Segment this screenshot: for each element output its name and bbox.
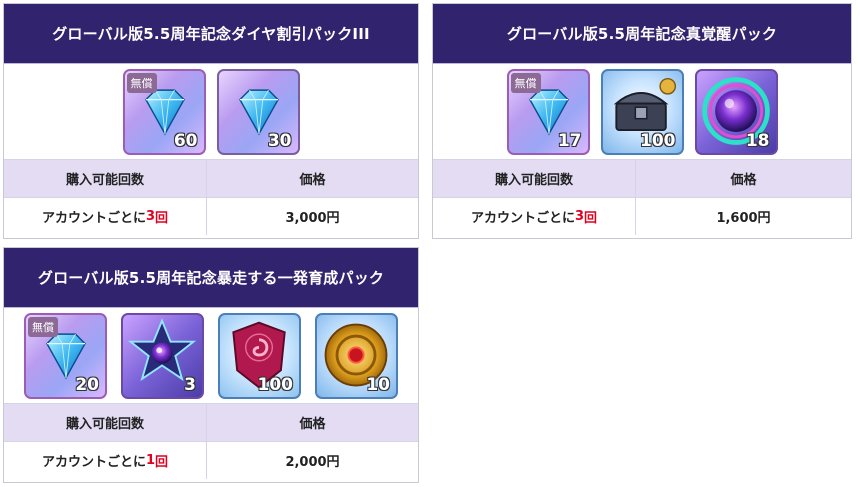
item-count: 17 <box>557 130 582 151</box>
per-account-label: アカウントごとに <box>41 455 146 470</box>
pack-items: 無償 17 100 18 <box>433 64 851 160</box>
pack-card-2: グローバル版5.5周年記念真覚醒パック 無償 17 100 18 購入可能回数 … <box>432 3 852 239</box>
price-header: 価格 <box>206 404 418 442</box>
purchase-limit-header: 購入可能回数 <box>4 404 206 442</box>
item-count: 18 <box>745 130 770 151</box>
times-suffix: 回 <box>584 211 598 226</box>
limit-count: 3 <box>574 209 585 224</box>
pack-title: グローバル版5.5周年記念真覚醒パック <box>433 4 851 64</box>
free-badge: 無償 <box>126 72 157 93</box>
item-tile[interactable]: 100 <box>600 68 684 155</box>
price-header: 価格 <box>635 160 851 198</box>
item-count: 3 <box>184 374 196 395</box>
times-suffix: 回 <box>155 211 169 226</box>
price-header: 価格 <box>206 160 418 198</box>
item-tile[interactable]: 10 <box>315 312 398 399</box>
free-badge: 無償 <box>28 316 58 337</box>
item-count: 10 <box>366 374 390 395</box>
purchase-limit-value: アカウントごとに 1 回 <box>4 442 206 479</box>
item-count: 60 <box>173 130 198 151</box>
item-tile[interactable]: 100 <box>218 312 301 399</box>
item-count: 100 <box>640 130 676 151</box>
purchase-limit-header: 購入可能回数 <box>433 160 635 198</box>
pack-info-table: 購入可能回数 価格 アカウントごとに 3 回 3,000円 <box>4 160 418 235</box>
limit-count: 3 <box>145 209 156 224</box>
item-tile[interactable]: 無償 17 <box>506 68 590 155</box>
purchase-limit-value: アカウントごとに 3 回 <box>4 198 206 235</box>
item-tile[interactable]: 30 <box>216 68 300 155</box>
price-value: 1,600円 <box>635 198 851 235</box>
pack-card-1: グローバル版5.5周年記念ダイヤ割引パックIII 無償 60 30 購入可能回数… <box>3 3 419 239</box>
pack-info-table: 購入可能回数 価格 アカウントごとに 1 回 2,000円 <box>4 404 418 479</box>
item-count: 100 <box>257 374 294 395</box>
free-badge: 無償 <box>510 72 541 93</box>
item-tile[interactable]: 無償 20 <box>24 312 107 399</box>
per-account-label: アカウントごとに <box>470 211 575 226</box>
purchase-limit-value: アカウントごとに 3 回 <box>433 198 635 235</box>
item-tile[interactable]: 18 <box>694 68 778 155</box>
item-tile[interactable]: 3 <box>121 312 204 399</box>
pack-items: 無償 60 30 <box>4 64 418 160</box>
item-count: 20 <box>75 374 99 395</box>
pack-title: グローバル版5.5周年記念暴走する一発育成パック <box>4 248 418 308</box>
price-value: 3,000円 <box>206 198 418 235</box>
pack-card-3: グローバル版5.5周年記念暴走する一発育成パック 無償 20 3 100 10 … <box>3 247 419 483</box>
pack-title: グローバル版5.5周年記念ダイヤ割引パックIII <box>4 4 418 64</box>
item-count: 30 <box>267 130 292 151</box>
times-suffix: 回 <box>155 455 169 470</box>
purchase-limit-header: 購入可能回数 <box>4 160 206 198</box>
limit-count: 1 <box>145 453 156 468</box>
per-account-label: アカウントごとに <box>41 211 146 226</box>
pack-info-table: 購入可能回数 価格 アカウントごとに 3 回 1,600円 <box>433 160 851 235</box>
pack-items: 無償 20 3 100 10 <box>4 308 418 404</box>
item-tile[interactable]: 無償 60 <box>122 68 206 155</box>
price-value: 2,000円 <box>206 442 418 479</box>
